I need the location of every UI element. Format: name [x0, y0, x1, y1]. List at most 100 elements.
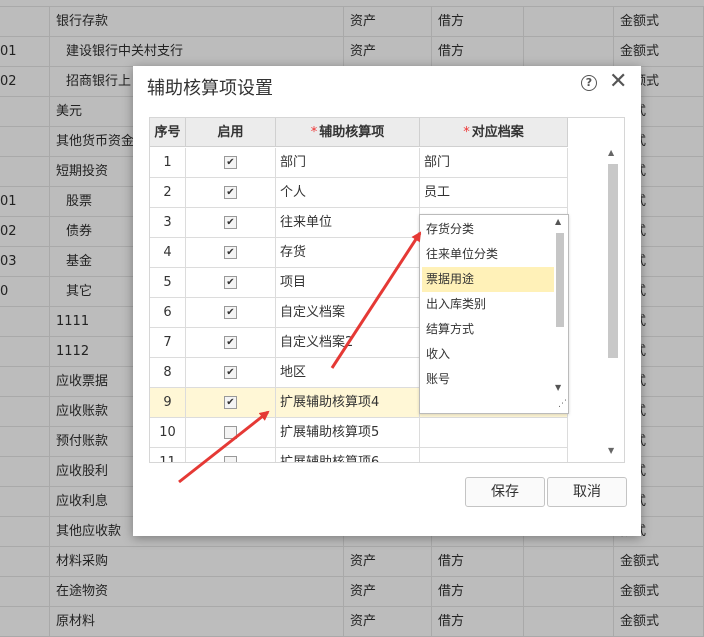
bg-table-row[interactable]: 01 建设银行中关村支行 资产 借方 金额式 — [0, 37, 704, 67]
aux-item-name[interactable]: 扩展辅助核算项6 — [276, 448, 420, 462]
bg-cell-empty — [524, 547, 614, 577]
grid-scrollbar[interactable]: ▲ ▼ — [604, 148, 622, 460]
aux-item-name[interactable]: 扩展辅助核算项4 — [276, 388, 420, 418]
enable-checkbox[interactable]: ✔ — [224, 246, 237, 259]
dropdown-option[interactable]: 结算方式 — [422, 317, 554, 342]
bg-cell-code: 01 — [0, 37, 50, 67]
bg-cell-dir: 借方 — [432, 547, 524, 577]
archive-cell[interactable]: 部门 — [420, 148, 568, 178]
dropdown-option[interactable]: 收入 — [422, 342, 554, 367]
enable-cell: ✔ — [186, 238, 276, 268]
bg-cell-name: 原材料 — [50, 607, 344, 637]
archive-cell[interactable]: 员工 — [420, 178, 568, 208]
grid-row[interactable]: 11 扩展辅助核算项6 — [150, 448, 568, 462]
cancel-button[interactable]: 取消 — [547, 477, 627, 507]
aux-item-name[interactable]: 地区 — [276, 358, 420, 388]
dropdown-option[interactable]: 账号 — [422, 367, 554, 392]
row-number: 11 — [150, 448, 186, 462]
aux-item-name[interactable]: 部门 — [276, 148, 420, 178]
bg-cell-code — [0, 367, 50, 397]
aux-item-name[interactable]: 往来单位 — [276, 208, 420, 238]
bg-cell-name: 建设银行中关村支行 — [50, 37, 344, 67]
enable-cell: ✔ — [186, 298, 276, 328]
bg-cell-dir: 借方 — [432, 607, 524, 637]
dropdown-scrollbar[interactable]: ▲ ▼ — [554, 217, 566, 411]
dialog-title: 辅助核算项设置 — [147, 78, 273, 99]
resize-grip-icon[interactable]: ⋰ — [558, 399, 567, 409]
dropdown-option[interactable]: 票据用途 — [422, 267, 554, 292]
col-header-item: * 辅助核算项 — [276, 118, 420, 147]
archive-dropdown-list[interactable]: 存货分类 往来单位分类 票据用途 出入库类别 结算方式 收入 账号 ▲ ▼ ⋰ — [419, 214, 569, 414]
bg-cell-type: 资产 — [344, 7, 432, 37]
bg-cell-code — [0, 97, 50, 127]
scroll-up-icon[interactable]: ▲ — [608, 148, 614, 157]
scroll-thumb[interactable] — [556, 233, 564, 327]
aux-item-name[interactable]: 个人 — [276, 178, 420, 208]
archive-cell[interactable] — [420, 418, 568, 448]
aux-accounting-settings-dialog: 辅助核算项设置 ? ✕ 序号 启用 * 辅助核算项 * 对应档案 1 ✔ 部门 部门 2 ✔ 个… — [133, 66, 641, 536]
bg-cell-code — [0, 337, 50, 367]
help-icon[interactable]: ? — [581, 75, 597, 91]
bg-cell-name: 银行存款 — [50, 7, 344, 37]
bg-cell-fmt: 金额式 — [614, 547, 704, 577]
bg-cell-empty — [524, 607, 614, 637]
bg-cell-empty — [524, 7, 614, 37]
aux-item-name[interactable]: 扩展辅助核算项5 — [276, 418, 420, 448]
bg-cell-dir: 借方 — [432, 577, 524, 607]
enable-checkbox[interactable]: ✔ — [224, 336, 237, 349]
archive-cell[interactable] — [420, 448, 568, 462]
grid-row[interactable]: 10 扩展辅助核算项5 — [150, 418, 568, 448]
required-mark: * — [310, 125, 318, 140]
bg-table-row — [0, 0, 704, 7]
scroll-down-icon[interactable]: ▼ — [555, 383, 561, 392]
bg-cell-type: 资产 — [344, 547, 432, 577]
enable-checkbox[interactable]: ✔ — [224, 186, 237, 199]
bg-cell-name: 在途物资 — [50, 577, 344, 607]
enable-checkbox[interactable]: ✔ — [224, 156, 237, 169]
aux-item-name[interactable]: 项目 — [276, 268, 420, 298]
enable-cell: ✔ — [186, 268, 276, 298]
save-button[interactable]: 保存 — [465, 477, 545, 507]
dropdown-option[interactable]: 往来单位分类 — [422, 242, 554, 267]
col-header-item-label: 辅助核算项 — [319, 125, 385, 140]
close-icon[interactable]: ✕ — [609, 70, 627, 94]
bg-table-row[interactable]: 在途物资 资产 借方 金额式 — [0, 577, 704, 607]
bg-cell-dir: 借方 — [432, 7, 524, 37]
grid-row[interactable]: 1 ✔ 部门 部门 — [150, 148, 568, 178]
aux-item-name[interactable]: 存货 — [276, 238, 420, 268]
enable-checkbox[interactable] — [224, 426, 237, 439]
row-number: 7 — [150, 328, 186, 358]
enable-cell: ✔ — [186, 208, 276, 238]
grid-row[interactable]: 2 ✔ 个人 员工 — [150, 178, 568, 208]
scroll-thumb[interactable] — [608, 164, 618, 358]
dropdown-option[interactable]: 出入库类别 — [422, 292, 554, 317]
bg-table-row[interactable]: 材料采购 资产 借方 金额式 — [0, 547, 704, 577]
scroll-down-icon[interactable]: ▼ — [608, 446, 614, 455]
row-number: 10 — [150, 418, 186, 448]
bg-cell-code — [0, 457, 50, 487]
scroll-up-icon[interactable]: ▲ — [555, 217, 561, 226]
bg-cell-empty — [524, 37, 614, 67]
enable-checkbox[interactable]: ✔ — [224, 276, 237, 289]
bg-table-row[interactable]: 银行存款 资产 借方 金额式 — [0, 7, 704, 37]
bg-cell-empty — [524, 577, 614, 607]
enable-checkbox[interactable]: ✔ — [224, 216, 237, 229]
dropdown-option[interactable]: 存货分类 — [422, 217, 554, 242]
bg-cell-type: 资产 — [344, 37, 432, 67]
bg-cell-code — [0, 487, 50, 517]
aux-item-name[interactable]: 自定义档案 — [276, 298, 420, 328]
bg-cell-fmt: 金额式 — [614, 607, 704, 637]
bg-cell-name: 材料采购 — [50, 547, 344, 577]
enable-cell: ✔ — [186, 178, 276, 208]
bg-cell-code: 01 — [0, 187, 50, 217]
aux-item-name[interactable]: 自定义档案2 — [276, 328, 420, 358]
bg-cell-code — [0, 7, 50, 37]
bg-table-row[interactable]: 原材料 资产 借方 金额式 — [0, 607, 704, 637]
col-header-num: 序号 — [150, 118, 186, 147]
row-number: 1 — [150, 148, 186, 178]
enable-checkbox[interactable]: ✔ — [224, 396, 237, 409]
enable-checkbox[interactable] — [224, 456, 237, 462]
bg-cell-code — [0, 127, 50, 157]
enable-checkbox[interactable]: ✔ — [224, 306, 237, 319]
enable-checkbox[interactable]: ✔ — [224, 366, 237, 379]
